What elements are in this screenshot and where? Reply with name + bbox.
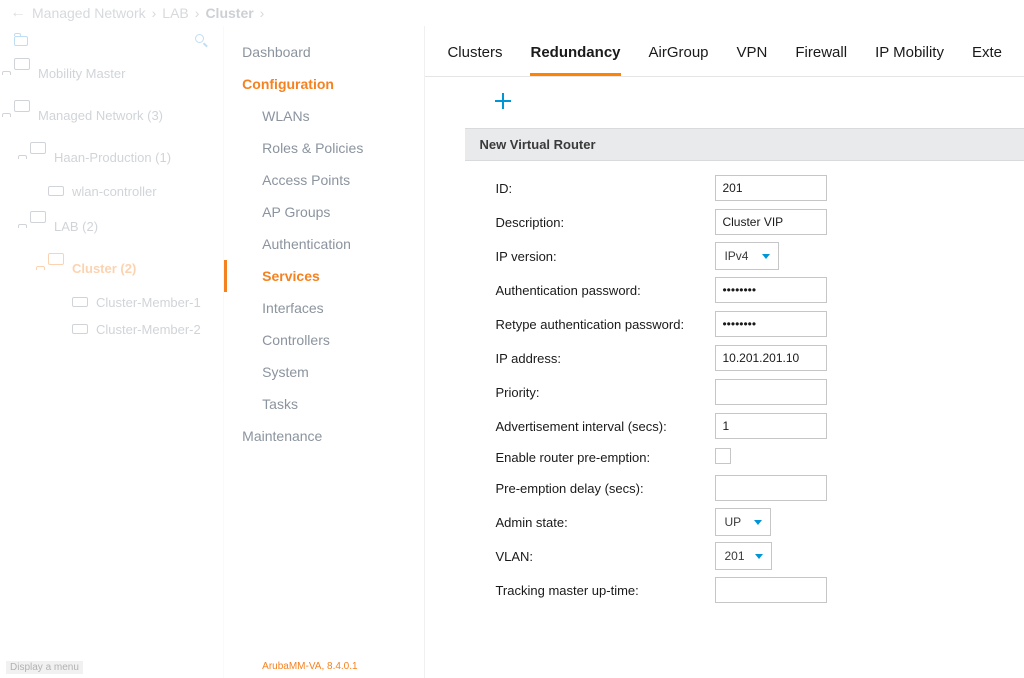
form-new-virtual-router: ID: Description: IP version: IPv4 xyxy=(425,161,1024,617)
breadcrumb-item[interactable]: Managed Network xyxy=(32,5,146,21)
tree-item[interactable]: wlan-controller xyxy=(0,178,223,205)
input-auth-password[interactable] xyxy=(715,277,827,303)
label-auth-password: Authentication password: xyxy=(495,283,715,298)
menu-item[interactable]: Interfaces xyxy=(224,292,424,324)
label-ip-version: IP version: xyxy=(495,249,715,264)
input-ip-address[interactable] xyxy=(715,345,827,371)
status-hint: Display a menu xyxy=(6,661,83,674)
folder-icon xyxy=(30,211,46,241)
tab[interactable]: Redundancy xyxy=(530,44,620,76)
input-id[interactable] xyxy=(715,175,827,201)
label-admin-state: Admin state: xyxy=(495,515,715,530)
tree-item[interactable]: Mobility Master xyxy=(0,52,223,94)
tab[interactable]: Exte xyxy=(972,44,1002,76)
search-icon[interactable] xyxy=(195,34,209,48)
tab[interactable]: IP Mobility xyxy=(875,44,944,76)
menu-item[interactable]: Authentication xyxy=(224,228,424,260)
label-description: Description: xyxy=(495,215,715,230)
folder-icon xyxy=(30,142,46,172)
label-preempt-delay: Pre-emption delay (secs): xyxy=(495,481,715,496)
input-auth-password-retype[interactable] xyxy=(715,311,827,337)
label-preemption: Enable router pre-emption: xyxy=(495,450,715,465)
tree-item-label: Cluster (2) xyxy=(72,261,136,276)
menu-item[interactable]: Dashboard xyxy=(224,36,424,68)
menu-item[interactable]: Controllers xyxy=(224,324,424,356)
label-adv-interval: Advertisement interval (secs): xyxy=(495,419,715,434)
tree-item[interactable]: LAB (2) xyxy=(0,205,223,247)
tree-item-label: Mobility Master xyxy=(38,66,125,81)
tree-item-label: wlan-controller xyxy=(72,184,157,199)
folder-icon xyxy=(14,100,30,130)
add-button[interactable] xyxy=(495,93,511,109)
menu-item[interactable]: Tasks xyxy=(224,388,424,420)
tree-item-label: Managed Network (3) xyxy=(38,108,163,123)
select-admin-state[interactable]: UP xyxy=(715,508,771,536)
menu-item[interactable]: AP Groups xyxy=(224,196,424,228)
chevron-right-icon: › xyxy=(260,5,265,21)
label-ip-address: IP address: xyxy=(495,351,715,366)
tab[interactable]: Clusters xyxy=(447,44,502,76)
chevron-down-icon xyxy=(762,254,770,259)
select-vlan[interactable]: 201 xyxy=(715,542,771,570)
tree-item-label: Haan-Production (1) xyxy=(54,150,171,165)
input-tracking[interactable] xyxy=(715,577,827,603)
tree-item[interactable]: Haan-Production (1) xyxy=(0,136,223,178)
device-icon xyxy=(72,295,88,310)
tabs: Clusters Redundancy AirGroup VPN Firewall IP … xyxy=(425,26,1024,77)
menu-item[interactable]: Access Points xyxy=(224,164,424,196)
breadcrumb: ← Managed Network › LAB › Cluster › xyxy=(0,0,1024,26)
breadcrumb-item-active[interactable]: Cluster xyxy=(205,5,253,21)
input-preempt-delay[interactable] xyxy=(715,475,827,501)
checkbox-preemption[interactable] xyxy=(715,448,731,464)
tree-item[interactable]: Cluster-Member-1 xyxy=(0,289,223,316)
folder-icon xyxy=(48,253,64,283)
breadcrumb-item[interactable]: LAB xyxy=(162,5,188,21)
tab[interactable]: VPN xyxy=(737,44,768,76)
tree-item[interactable]: Managed Network (3) xyxy=(0,94,223,136)
tree-item-label: LAB (2) xyxy=(54,219,98,234)
version-footer: ArubaMM-VA, 8.4.0.1 xyxy=(262,661,357,672)
input-description[interactable] xyxy=(715,209,827,235)
input-priority[interactable] xyxy=(715,379,827,405)
chevron-right-icon: › xyxy=(152,5,157,21)
label-auth-password-retype: Retype authentication password: xyxy=(495,317,715,332)
label-vlan: VLAN: xyxy=(495,549,715,564)
tree-item-label: Cluster-Member-2 xyxy=(96,322,201,337)
menu-item[interactable]: WLANs xyxy=(224,100,424,132)
chevron-down-icon xyxy=(754,520,762,525)
config-menu: DashboardConfigurationWLANsRoles & Polic… xyxy=(224,26,425,678)
device-icon xyxy=(72,322,88,337)
select-ip-version[interactable]: IPv4 xyxy=(715,242,779,270)
device-icon xyxy=(48,184,64,199)
label-priority: Priority: xyxy=(495,385,715,400)
menu-item[interactable]: Maintenance xyxy=(224,420,424,452)
label-id: ID: xyxy=(495,181,715,196)
folder-icon xyxy=(14,58,30,88)
input-adv-interval[interactable] xyxy=(715,413,827,439)
hierarchy-tree: Mobility Master Managed Network (3) Haan-P… xyxy=(0,26,224,678)
back-icon[interactable]: ← xyxy=(10,5,26,21)
menu-item[interactable]: Roles & Policies xyxy=(224,132,424,164)
main-panel: Clusters Redundancy AirGroup VPN Firewall IP … xyxy=(425,26,1024,678)
tree-item[interactable]: Cluster-Member-2 xyxy=(0,316,223,343)
tab[interactable]: Firewall xyxy=(795,44,847,76)
chevron-down-icon xyxy=(755,554,763,559)
section-header: New Virtual Router xyxy=(465,128,1024,161)
menu-item[interactable]: System xyxy=(224,356,424,388)
menu-item[interactable]: Configuration xyxy=(224,68,424,100)
menu-item[interactable]: Services xyxy=(224,260,424,292)
tab[interactable]: AirGroup xyxy=(649,44,709,76)
label-tracking: Tracking master up-time: xyxy=(495,583,715,598)
tree-item[interactable]: Cluster (2) xyxy=(0,247,223,289)
tree-item-label: Cluster-Member-1 xyxy=(96,295,201,310)
chevron-right-icon: › xyxy=(195,5,200,21)
folder-search-icon[interactable] xyxy=(14,34,30,48)
